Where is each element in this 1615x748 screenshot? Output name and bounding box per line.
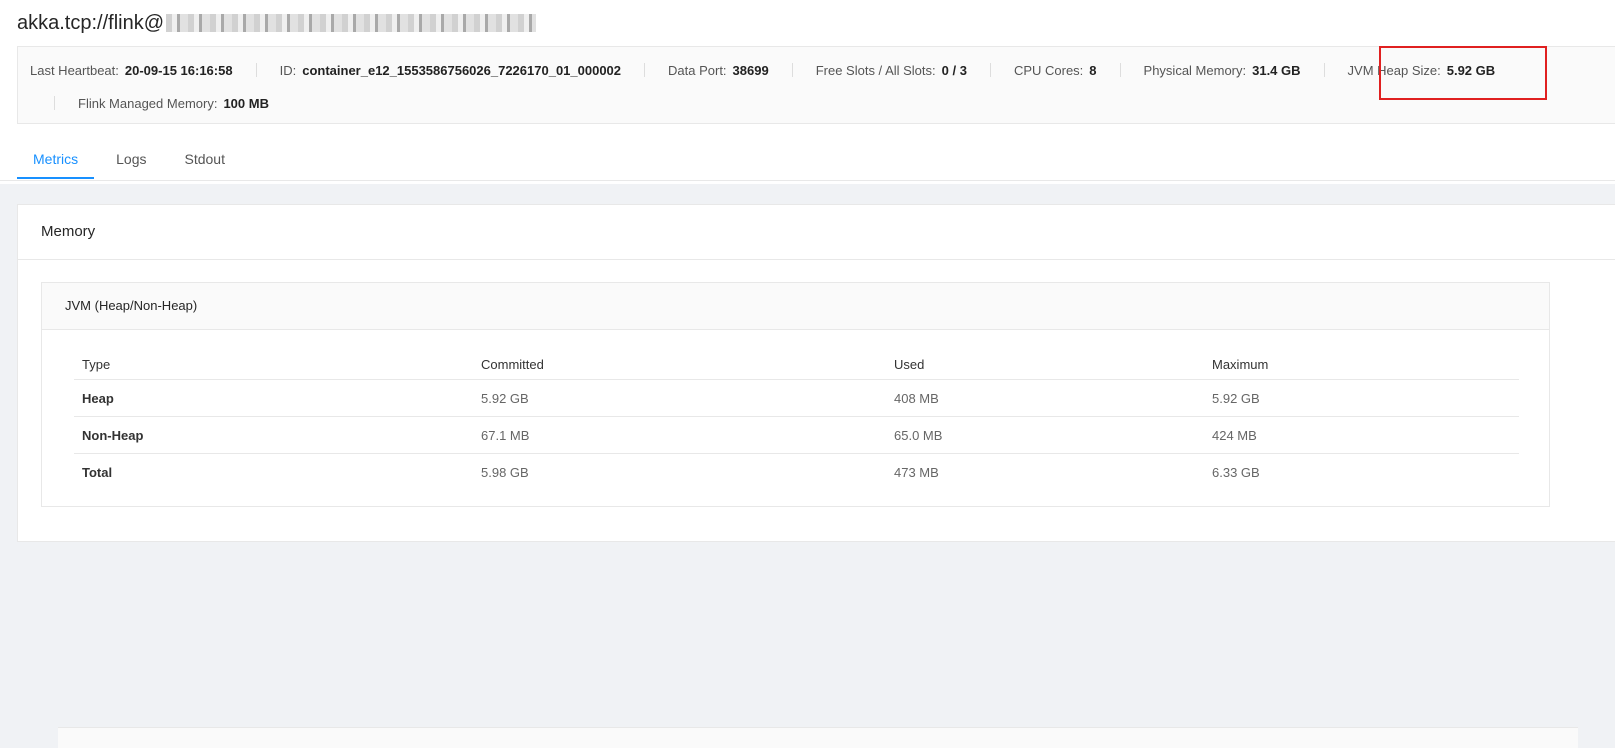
row-type: Non-Heap — [74, 416, 473, 454]
row-type: Total — [82, 464, 113, 480]
memory-card-title: Memory — [18, 205, 1615, 260]
jvm-memory-table: Type Committed Used Maximum Heap 5.92 GB… — [74, 349, 1519, 490]
divider — [1323, 63, 1325, 77]
data-port-label: Data Port: — [668, 62, 727, 78]
highlight-box — [1379, 46, 1547, 100]
column-header-type: Type — [74, 349, 473, 380]
data-port: Data Port: 38699 — [668, 63, 769, 78]
task-manager-info: Last Heartbeat: 20-09-15 16:16:58 ID: co… — [17, 46, 1615, 124]
id-value: container_e12_1553586756026_7226170_01_0… — [302, 62, 622, 78]
cell-committed: 5.92 GB — [473, 379, 886, 417]
tab-metrics[interactable]: Metrics — [17, 138, 95, 179]
tab-stdout[interactable]: Stdout — [168, 138, 240, 179]
tab-logs[interactable]: Logs — [100, 138, 162, 179]
jvm-card: JVM (Heap/Non-Heap) Type Committed Used … — [41, 282, 1550, 507]
cell-maximum: 6.33 GB — [1212, 464, 1260, 480]
column-header-maximum: Maximum — [1204, 349, 1519, 380]
row-type: Heap — [74, 379, 473, 417]
cell-committed: 5.98 GB — [481, 464, 529, 480]
tab-divider — [0, 180, 1615, 181]
cpu-cores-label: CPU Cores: — [1013, 62, 1084, 78]
free-slots-value: 0 / 3 — [941, 62, 967, 78]
column-header-used: Used — [886, 349, 1204, 380]
cpu-cores-value: 8 — [1089, 62, 1097, 78]
id-label: ID: — [279, 62, 297, 78]
divider — [644, 63, 646, 77]
physical-memory-value: 31.4 GB — [1252, 62, 1301, 78]
free-slots: Free Slots / All Slots: 0 / 3 — [816, 63, 967, 78]
cell-maximum: 424 MB — [1204, 416, 1519, 454]
physical-memory-label: Physical Memory: — [1143, 62, 1247, 78]
cell-used: 65.0 MB — [886, 416, 1204, 454]
cell-maximum: 5.92 GB — [1204, 379, 1519, 417]
table-row: Total 5.98 GB 473 MB 6.33 GB — [74, 454, 1519, 491]
divider — [1119, 63, 1121, 77]
flink-managed-memory: Flink Managed Memory: 100 MB — [78, 96, 269, 111]
page-title-text: akka.tcp://flink@ — [17, 11, 165, 34]
table-row: Heap 5.92 GB 408 MB 5.92 GB — [74, 379, 1519, 417]
cpu-cores: CPU Cores: 8 — [1014, 63, 1097, 78]
last-heartbeat-value: 20-09-15 16:16:58 — [124, 62, 233, 78]
tab-bar: Metrics Logs Stdout — [17, 138, 247, 180]
cell-committed: 67.1 MB — [473, 416, 886, 454]
container-id: ID: container_e12_1553586756026_7226170_… — [280, 63, 621, 78]
task-manager-header: akka.tcp://flink@ Last Heartbeat: 20-09-… — [0, 0, 1615, 184]
memory-card: Memory JVM (Heap/Non-Heap) Type Committe… — [17, 204, 1615, 748]
last-heartbeat: Last Heartbeat: 20-09-15 16:16:58 — [30, 63, 233, 78]
page-title: akka.tcp://flink@ — [17, 8, 537, 38]
managed-memory-label: Flink Managed Memory: — [78, 95, 218, 111]
redacted-host — [166, 14, 537, 32]
data-port-value: 38699 — [732, 62, 769, 78]
divider — [255, 63, 257, 77]
table-header-row: Type Committed Used Maximum — [74, 349, 1519, 380]
table-row: Non-Heap 67.1 MB 65.0 MB 424 MB — [74, 416, 1519, 454]
column-header-committed: Committed — [473, 349, 886, 380]
free-slots-label: Free Slots / All Slots: — [815, 62, 936, 78]
divider — [791, 63, 793, 77]
last-heartbeat-label: Last Heartbeat: — [30, 62, 119, 78]
divider — [54, 96, 55, 110]
managed-memory-value: 100 MB — [223, 95, 269, 111]
divider — [989, 63, 991, 77]
cell-used: 473 MB — [894, 464, 939, 480]
cell-used: 408 MB — [886, 379, 1204, 417]
physical-memory: Physical Memory: 31.4 GB — [1144, 63, 1301, 78]
jvm-card-title: JVM (Heap/Non-Heap) — [42, 283, 1549, 330]
next-card-edge — [58, 727, 1578, 748]
